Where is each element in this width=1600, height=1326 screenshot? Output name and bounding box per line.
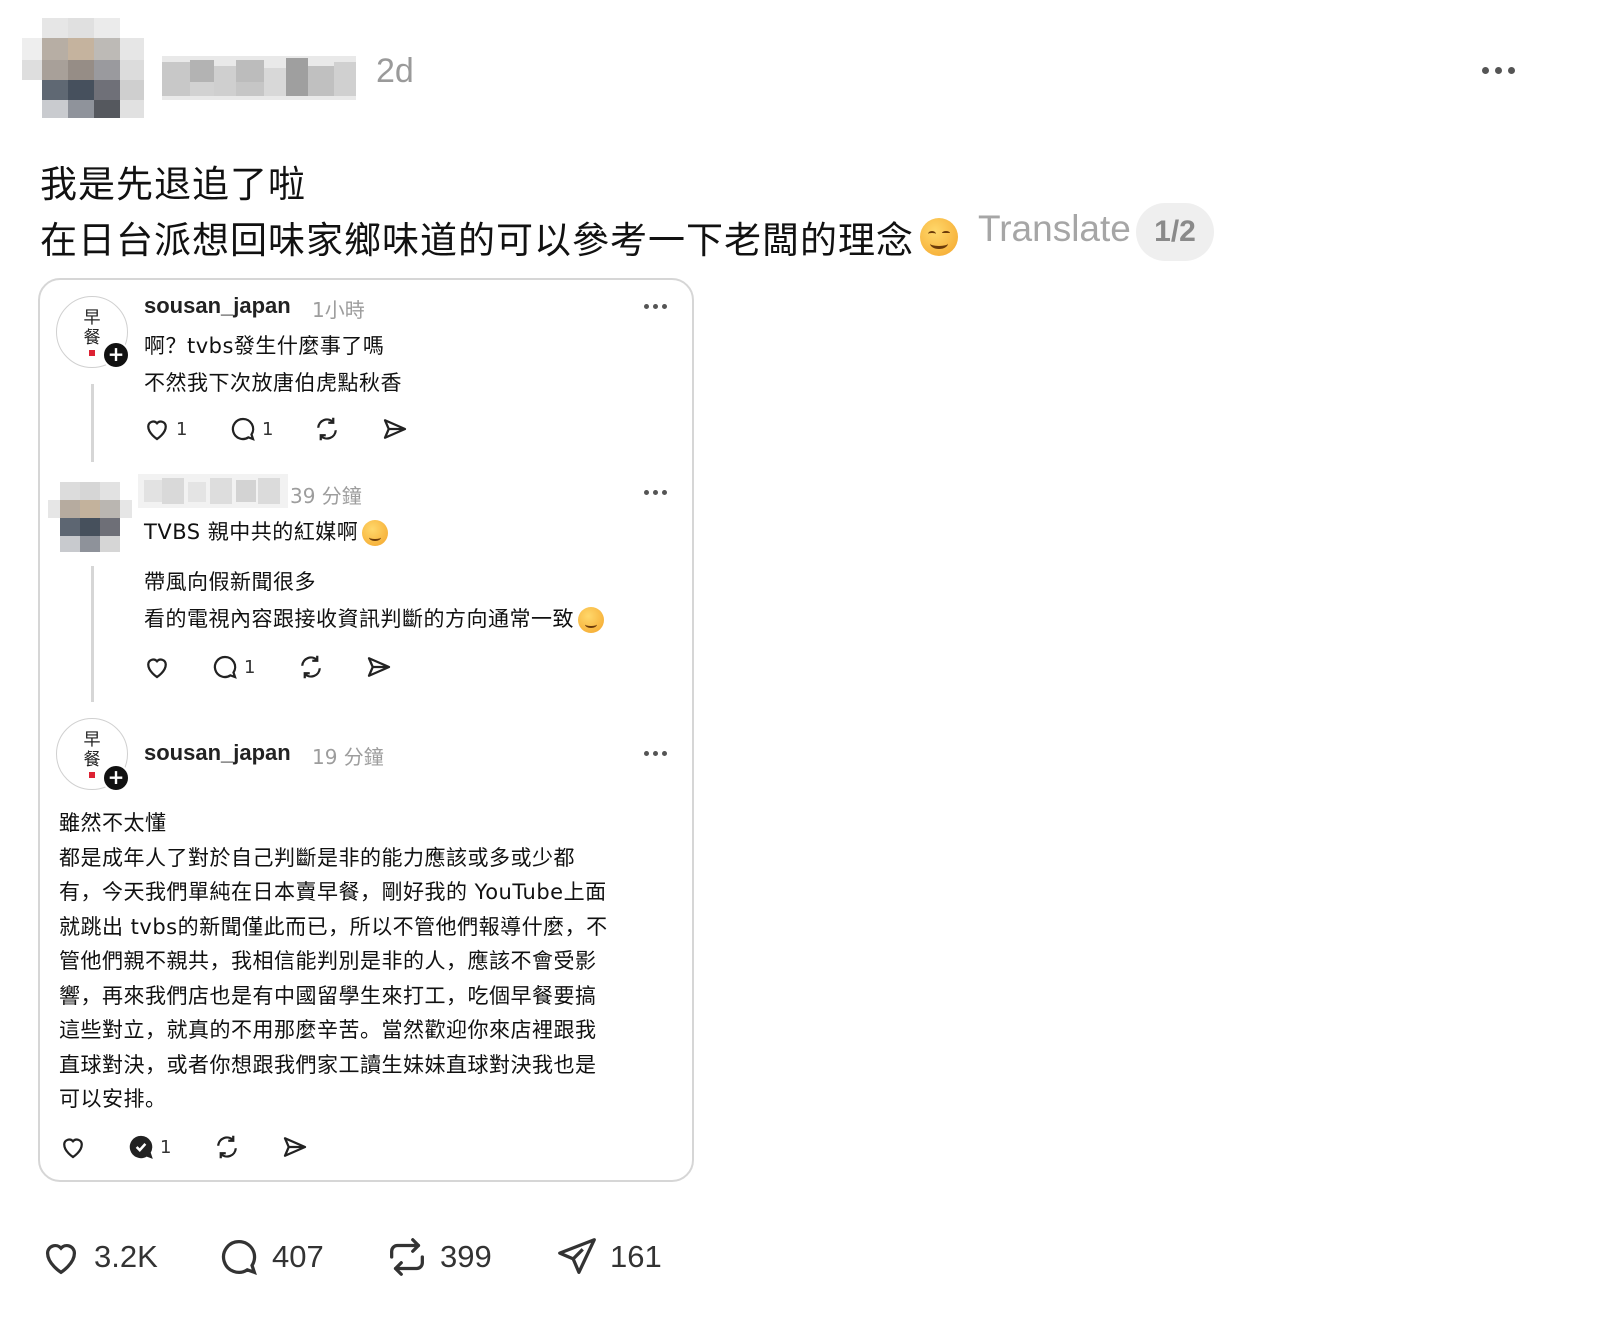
comment1-reply: 1 [228,414,273,444]
heart-icon [63,1138,83,1159]
like-count: 3.2K [94,1239,158,1274]
comment2-line-2: 帶風向假新聞很多 [144,570,316,594]
translate-link[interactable]: Translate [978,208,1131,250]
send-icon [558,1238,596,1274]
comment3-reply: 1 [126,1132,171,1162]
post-text-line-2: 在日台派想回味家鄉味道的可以參考一下老闆的理念 [40,210,958,264]
commenter-avatar-blurred [48,476,132,560]
comment1-line-2: 不然我下次放唐伯虎點秋香 [144,371,402,395]
comment-count: 407 [272,1239,324,1274]
comment1-like: 1 [142,414,187,444]
comment3-more-icon [644,751,667,756]
author-avatar-blurred[interactable] [22,18,144,118]
share-count: 161 [610,1239,662,1274]
thread-connector [91,566,94,702]
comment-button[interactable]: 407 [216,1234,324,1280]
repost-icon [217,1135,237,1159]
logo-char-2: 餐 [83,328,101,348]
comment3-share [280,1132,310,1162]
follow-plus-icon: + [102,341,130,369]
logo-seal-icon [89,350,95,356]
logo-char-1: 早 [83,730,101,750]
comment2-line-1: TVBS 親中共的紅媒啊 [144,516,389,546]
comment-bubble-filled-icon [129,1135,153,1159]
post-text-line-1: 我是先退追了啦 [40,163,306,206]
heart-icon [45,1243,77,1275]
logo-char-2: 餐 [83,750,101,770]
thread-connector [91,384,94,462]
image-page-indicator: 1/2 [1136,203,1214,261]
logo-seal-icon [89,772,95,778]
heart-icon [147,658,167,679]
comment1-username: sousan_japan [144,293,291,318]
like-button[interactable]: 3.2K [38,1234,158,1280]
comment2-reply: 1 [210,652,255,682]
comment2-repost [296,652,326,682]
comment3-username: sousan_japan [144,740,291,765]
comment1-more-icon [644,304,667,309]
heart-icon [147,420,167,441]
author-name-blurred[interactable] [162,56,356,100]
comment1-time: 1小時 [312,298,365,322]
send-icon [367,657,391,677]
commenter-name-blurred [138,474,288,508]
smiling-face-emoji-icon [920,218,958,256]
comment2-line-3-text: 看的電視內容跟接收資訊判斷的方向通常一致 [144,607,574,631]
comment2-line-1-text: TVBS 親中共的紅媒啊 [144,520,359,544]
comment3-like [58,1132,88,1162]
comment1-repost [312,414,342,444]
more-dots-icon [1481,66,1515,74]
comment2-like [142,652,172,682]
logo-char-1: 早 [83,308,101,328]
embedded-screenshot-card[interactable]: 早 餐 + sousan_japan 1小時 啊？tvbs發生什麼事了嗎 不然我… [38,278,694,1182]
comment1-reply-count: 1 [262,418,274,440]
comment3-reply-count: 1 [160,1136,172,1158]
repost-count: 399 [440,1239,492,1274]
send-icon [383,419,407,439]
send-icon [283,1137,307,1157]
comment2-share [364,652,394,682]
comment1-share [380,414,410,444]
comment-bubble-icon [213,655,237,679]
comment-bubble-icon [221,1240,257,1275]
repost-icon [390,1238,424,1276]
share-button[interactable]: 161 [554,1234,662,1280]
relieved-emoji-icon [578,607,604,633]
comment3-time: 19 分鐘 [312,745,384,769]
smiling-emoji-icon [362,520,389,546]
repost-button[interactable]: 399 [384,1234,492,1280]
comment1-like-count: 1 [176,418,188,440]
comment3-body: 雖然不太懂 都是成年人了對於自己判斷是非的能力應該或多或少都 有，今天我們單純在… [59,811,608,1111]
post-text-line-2-text: 在日台派想回味家鄉味道的可以參考一下老闆的理念 [40,219,914,262]
comment2-line-3: 看的電視內容跟接收資訊判斷的方向通常一致 [144,603,604,633]
repost-icon [301,655,321,679]
more-options-button[interactable] [1474,52,1522,88]
post-timestamp[interactable]: 2d [376,52,414,91]
comment2-time: 39 分鐘 [290,484,362,508]
comment1-line-1: 啊？tvbs發生什麼事了嗎 [144,334,385,358]
repost-icon [317,417,337,441]
comment2-reply-count: 1 [244,656,256,678]
comment3-repost [212,1132,242,1162]
comment2-more-icon [644,490,667,495]
comment-bubble-icon [231,417,255,441]
follow-plus-icon: + [102,764,130,792]
